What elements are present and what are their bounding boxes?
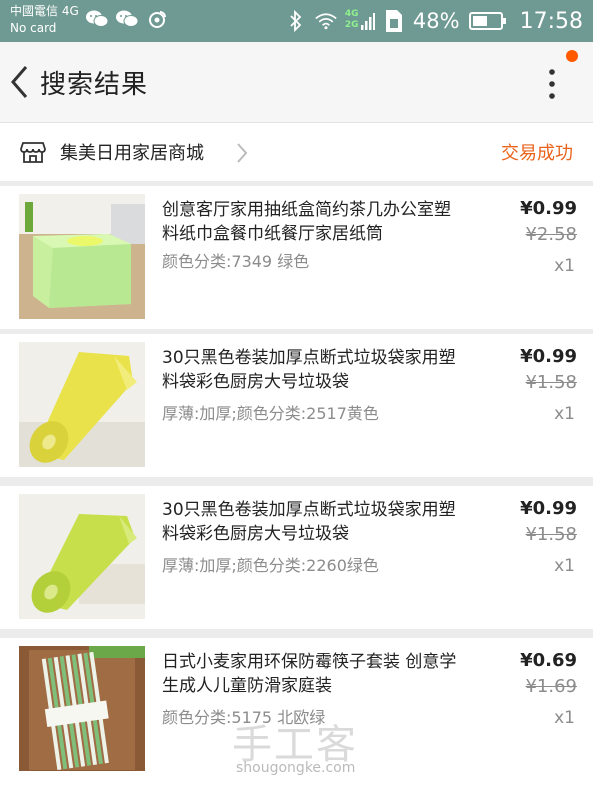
quantity: x1 [554, 708, 575, 728]
original-price: ¥1.58 [525, 524, 577, 545]
bluetooth-icon [285, 10, 307, 32]
product-title: 30只黑色卷装加厚点断式垃圾袋家用塑料袋彩色厨房大号垃圾袋 [162, 348, 456, 392]
product-price: ¥0.69 [520, 650, 577, 671]
order-item[interactable]: 30只黑色卷装加厚点断式垃圾袋家用塑料袋彩色厨房大号垃圾袋 厚薄:加厚;颜色分类… [0, 486, 593, 629]
watermark-url: shougongke.com [236, 760, 356, 776]
battery-icon [468, 10, 508, 32]
shop-icon [20, 139, 46, 165]
chevron-right-icon [234, 141, 250, 165]
original-price: ¥1.69 [525, 676, 577, 697]
original-price: ¥2.58 [525, 224, 577, 245]
product-title: 创意客厅家用抽纸盒简约茶几办公室塑料纸巾盒餐巾纸餐厅家居纸筒 [162, 200, 451, 244]
battery-percent: 48% [412, 9, 460, 33]
weibo-icon [146, 8, 168, 30]
product-thumbnail [19, 194, 145, 319]
cellular-signal-icon: 4G 2G [344, 9, 375, 32]
back-button[interactable] [6, 62, 36, 102]
wechat-icon [116, 8, 138, 30]
back-arrow-icon [11, 66, 28, 98]
more-menu-button[interactable] [540, 64, 564, 104]
quantity: x1 [554, 404, 575, 424]
more-vertical-icon [549, 69, 555, 99]
product-title: 30只黑色卷装加厚点断式垃圾袋家用塑料袋彩色厨房大号垃圾袋 [162, 500, 456, 544]
network-2g-label: 2G [344, 20, 359, 30]
system-status: 4G 2G 48% 17:58 [285, 5, 583, 37]
product-thumbnail [19, 342, 145, 467]
order-item[interactable]: 创意客厅家用抽纸盒简约茶几办公室塑料纸巾盒餐巾纸餐厅家居纸筒 颜色分类:7349… [0, 186, 593, 329]
product-variant: 厚薄:加厚;颜色分类:2517黄色 [162, 404, 379, 423]
product-price: ¥0.99 [520, 198, 577, 219]
wechat-icon [86, 8, 108, 30]
notification-dot [566, 50, 578, 62]
quantity: x1 [554, 256, 575, 276]
product-price: ¥0.99 [520, 498, 577, 519]
page-title: 搜索结果 [40, 70, 149, 100]
product-variant: 厚薄:加厚;颜色分类:2260绿色 [162, 556, 379, 575]
app-header: 搜索结果 [0, 42, 593, 123]
network-4g-label: 4G [344, 9, 359, 19]
quantity: x1 [554, 556, 575, 576]
product-thumbnail [19, 646, 145, 771]
product-price: ¥0.99 [520, 346, 577, 367]
sim-status: No card [10, 21, 57, 35]
product-thumbnail [19, 494, 145, 619]
carrier-info: 中國電信 4G No card [10, 3, 79, 37]
product-variant: 颜色分类:7349 绿色 [162, 252, 310, 271]
order-status: 交易成功 [501, 143, 573, 164]
notification-icons [86, 8, 168, 30]
shop-name[interactable]: 集美日用家居商城 [60, 139, 204, 165]
status-bar: 中國電信 4G No card 4G 2G 48% 17:58 [0, 0, 593, 42]
shop-row[interactable]: 集美日用家居商城 交易成功 [0, 123, 593, 181]
order-item[interactable]: 30只黑色卷装加厚点断式垃圾袋家用塑料袋彩色厨房大号垃圾袋 厚薄:加厚;颜色分类… [0, 334, 593, 477]
product-title: 日式小麦家用环保防霉筷子套装 创意学生成人儿童防滑家庭装 [162, 652, 457, 696]
sim-card-icon [383, 10, 405, 32]
original-price: ¥1.58 [525, 372, 577, 393]
clock: 17:58 [519, 8, 583, 34]
wifi-icon [315, 10, 337, 32]
carrier-name: 中國電信 4G [10, 4, 79, 18]
